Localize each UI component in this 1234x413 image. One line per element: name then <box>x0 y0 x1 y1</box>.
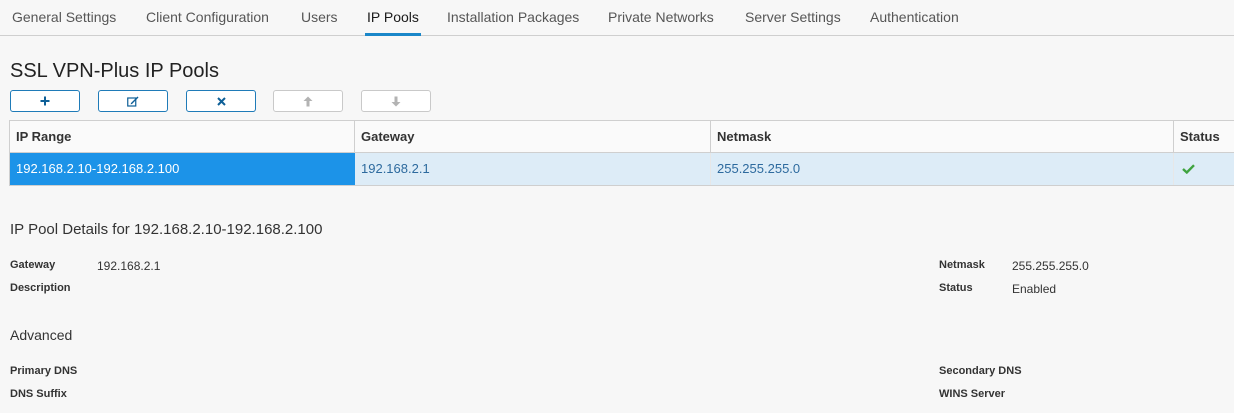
description-label: Description <box>10 282 71 294</box>
edit-button[interactable] <box>98 90 168 112</box>
wins-server-label: WINS Server <box>939 388 1006 400</box>
advanced-section-title: Advanced <box>10 327 73 343</box>
move-up-button[interactable] <box>273 90 343 112</box>
gateway-label: Gateway <box>10 259 56 271</box>
add-button[interactable] <box>10 90 80 112</box>
tab-server-settings[interactable]: Server Settings <box>745 0 841 35</box>
table-row[interactable]: 192.168.2.10-192.168.2.100 192.168.2.1 2… <box>10 153 1234 185</box>
column-header-ip-range[interactable]: IP Range <box>10 121 355 152</box>
edit-icon <box>127 96 139 107</box>
tab-bar: General Settings Client Configuration Us… <box>0 0 1234 36</box>
tab-users[interactable]: Users <box>301 0 338 35</box>
grid-header: IP Range Gateway Netmask Status <box>10 121 1234 153</box>
add-icon <box>40 96 50 106</box>
cell-status[interactable] <box>1174 153 1234 185</box>
tab-general-settings[interactable]: General Settings <box>12 0 116 35</box>
delete-button[interactable] <box>186 90 256 112</box>
netmask-value: 255.255.255.0 <box>1012 259 1089 273</box>
tab-ip-pools[interactable]: IP Pools <box>365 0 421 36</box>
dns-suffix-label: DNS Suffix <box>10 388 67 400</box>
tab-client-configuration[interactable]: Client Configuration <box>146 0 269 35</box>
move-down-button[interactable] <box>361 90 431 112</box>
secondary-dns-label: Secondary DNS <box>939 365 1022 377</box>
tab-installation-packages[interactable]: Installation Packages <box>447 0 579 35</box>
details-title: IP Pool Details for 192.168.2.10-192.168… <box>10 221 323 238</box>
column-header-netmask[interactable]: Netmask <box>711 121 1174 152</box>
tab-private-networks[interactable]: Private Networks <box>608 0 714 35</box>
gateway-value: 192.168.2.1 <box>97 259 161 273</box>
delete-icon <box>216 96 226 106</box>
primary-dns-label: Primary DNS <box>10 365 78 377</box>
cell-ip-range[interactable]: 192.168.2.10-192.168.2.100 <box>10 153 355 185</box>
column-header-gateway[interactable]: Gateway <box>355 121 711 152</box>
ip-pools-grid: IP Range Gateway Netmask Status 192.168.… <box>9 120 1234 186</box>
tab-authentication[interactable]: Authentication <box>870 0 959 35</box>
cell-gateway[interactable]: 192.168.2.1 <box>355 153 711 185</box>
move-down-icon <box>391 96 401 106</box>
status-label: Status <box>939 282 973 294</box>
netmask-label: Netmask <box>939 259 985 271</box>
page-title: SSL VPN-Plus IP Pools <box>10 60 219 82</box>
cell-netmask[interactable]: 255.255.255.0 <box>711 153 1174 185</box>
status-value: Enabled <box>1012 282 1057 296</box>
move-up-icon <box>303 96 313 106</box>
column-header-status[interactable]: Status <box>1174 121 1234 152</box>
check-icon <box>1182 164 1195 174</box>
